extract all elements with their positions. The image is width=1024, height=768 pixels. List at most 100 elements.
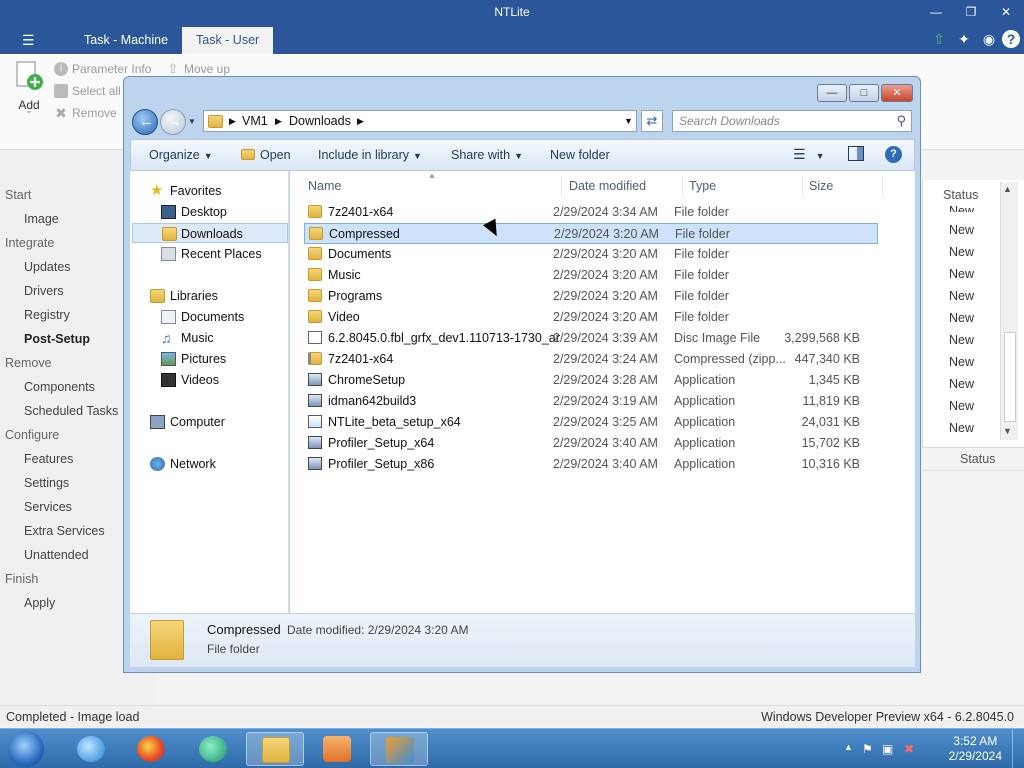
list-item[interactable]: New	[949, 267, 974, 281]
include-in-library-button[interactable]: Include in library ▼	[318, 148, 422, 162]
list-item[interactable]: New	[949, 311, 974, 325]
flag-icon[interactable]: ⚑	[862, 742, 873, 756]
dialog-minimize-button[interactable]: —	[817, 84, 847, 102]
volume-muted-icon[interactable]: ✖	[904, 742, 914, 756]
update-arrow-icon[interactable]: ⇧	[930, 30, 948, 48]
list-item[interactable]: New	[949, 421, 974, 435]
table-row[interactable]: 7z2401-x64 2/29/2024 3:24 AM Compressed (z…	[304, 349, 878, 370]
breadcrumb-separator[interactable]: ▶	[229, 116, 236, 127]
nav-network[interactable]: Network	[150, 454, 216, 474]
start-button[interactable]	[8, 731, 44, 767]
column-header-date-modified[interactable]: Date modified	[569, 179, 646, 193]
search-icon[interactable]: ⚲	[896, 113, 906, 129]
table-row[interactable]: 7z2401-x64 2/29/2024 3:34 AM File folder	[304, 202, 878, 223]
show-desktop-button[interactable]	[1012, 729, 1024, 768]
search-input[interactable]: Search Downloads ⚲	[672, 110, 912, 132]
close-button[interactable]: ✕	[996, 3, 1016, 21]
clock[interactable]: 3:52 AM 2/29/2024	[949, 734, 1002, 764]
nav-remove[interactable]: Remove	[5, 352, 52, 374]
nav-services[interactable]: Services	[24, 496, 72, 518]
taskbar-media-player[interactable]	[308, 732, 366, 766]
taskbar-ie[interactable]	[62, 732, 120, 766]
column-divider[interactable]	[561, 175, 562, 197]
column-divider[interactable]	[882, 175, 883, 197]
address-dropdown-icon[interactable]: ▼	[624, 116, 633, 126]
table-row[interactable]: NTLite_beta_setup_x64 2/29/2024 3:25 AM Ap…	[304, 412, 878, 433]
open-button[interactable]: Open	[241, 148, 291, 162]
nav-post-setup[interactable]: Post-Setup	[24, 328, 90, 350]
nav-registry[interactable]: Registry	[24, 304, 70, 326]
taskbar-ntlite[interactable]	[370, 732, 428, 766]
scrollbar-thumb[interactable]	[1004, 332, 1016, 422]
nav-pictures[interactable]: Pictures	[161, 349, 226, 369]
column-divider[interactable]	[682, 175, 683, 197]
list-item[interactable]: New	[949, 223, 974, 237]
table-row[interactable]: ChromeSetup 2/29/2024 3:28 AM Application 1…	[304, 370, 878, 391]
table-row[interactable]: idman642build3 2/29/2024 3:19 AM Applicati…	[304, 391, 878, 412]
twitter-icon[interactable]: ✦	[955, 30, 973, 48]
table-row[interactable]: Video 2/29/2024 3:20 AM File folder	[304, 307, 878, 328]
list-item[interactable]: New	[949, 245, 974, 259]
table-row[interactable]: 6.2.8045.0.fbl_grfx_dev1.110713-1730_am.…	[304, 328, 878, 349]
list-scrollbar[interactable]: ▲ ▼	[1000, 182, 1018, 440]
show-hidden-icons[interactable]: ▲	[844, 742, 853, 752]
nav-extra-services[interactable]: Extra Services	[24, 520, 105, 542]
taskbar-explorer[interactable]	[246, 732, 304, 766]
nav-integrate[interactable]: Integrate	[5, 232, 54, 254]
nav-apply[interactable]: Apply	[24, 592, 55, 614]
preview-pane-icon[interactable]	[848, 146, 864, 161]
new-folder-button[interactable]: New folder	[550, 148, 610, 162]
list-item[interactable]: New	[949, 333, 974, 347]
column-header-name[interactable]: Name	[308, 179, 341, 193]
nav-favorites[interactable]: ★ Favorites	[150, 181, 221, 201]
nav-updates[interactable]: Updates	[24, 256, 71, 278]
nav-features[interactable]: Features	[24, 448, 73, 470]
breadcrumb-vm1[interactable]: VM1	[242, 114, 268, 128]
help-icon[interactable]: ?	[1002, 30, 1020, 48]
nav-recent-places[interactable]: Recent Places	[161, 244, 262, 264]
nav-computer[interactable]: Computer	[150, 412, 225, 432]
status-column-header[interactable]: Status	[943, 188, 978, 202]
nav-scheduled-tasks[interactable]: Scheduled Tasks	[24, 400, 118, 422]
nav-libraries[interactable]: Libraries	[150, 286, 218, 306]
dialog-maximize-button[interactable]: □	[849, 84, 879, 102]
nav-configure[interactable]: Configure	[5, 424, 59, 446]
menu-icon[interactable]: ☰	[22, 32, 35, 49]
network-tray-icon[interactable]: ▣	[882, 742, 893, 756]
scroll-down-icon[interactable]: ▼	[1003, 426, 1012, 436]
table-row[interactable]: Programs 2/29/2024 3:20 AM File folder	[304, 286, 878, 307]
share-with-button[interactable]: Share with ▼	[451, 148, 523, 162]
dialog-close-button[interactable]: ✕	[881, 84, 913, 102]
address-bar[interactable]: ▶ VM1 ▶ Downloads ▶ ▼	[203, 110, 637, 132]
nav-videos[interactable]: Videos	[161, 370, 219, 390]
list-item[interactable]: New	[949, 377, 974, 391]
nav-documents[interactable]: Documents	[161, 307, 244, 327]
table-row[interactable]: Compressed 2/29/2024 3:20 AM File folder	[304, 223, 878, 244]
column-header-type[interactable]: Type	[689, 179, 716, 193]
list-item[interactable]: New	[949, 399, 974, 413]
discord-icon[interactable]: ◉	[980, 30, 998, 48]
breadcrumb-separator[interactable]: ▶	[275, 116, 282, 127]
nav-finish[interactable]: Finish	[5, 568, 38, 590]
table-row[interactable]: Profiler_Setup_x64 2/29/2024 3:40 AM Appli…	[304, 433, 878, 454]
table-row[interactable]: Music 2/29/2024 3:20 AM File folder	[304, 265, 878, 286]
remove-button[interactable]: ✖ Remove	[54, 104, 117, 122]
scroll-up-icon[interactable]: ▲	[1003, 184, 1012, 194]
refresh-button[interactable]: ⇄	[641, 110, 663, 132]
nav-settings[interactable]: Settings	[24, 472, 69, 494]
list-item[interactable]: New	[949, 289, 974, 303]
add-button[interactable]: Add ˇ	[8, 60, 50, 140]
nav-desktop[interactable]: Desktop	[161, 202, 227, 222]
nav-components[interactable]: Components	[24, 376, 95, 398]
help-icon[interactable]: ?	[885, 146, 902, 163]
column-header-size[interactable]: Size	[809, 179, 833, 193]
tab-task-machine[interactable]: Task - Machine	[70, 27, 182, 54]
breadcrumb-downloads[interactable]: Downloads	[289, 114, 351, 128]
table-row[interactable]: Profiler_Setup_x86 2/29/2024 3:40 AM Appli…	[304, 454, 878, 475]
nav-drivers[interactable]: Drivers	[24, 280, 64, 302]
taskbar-firefox[interactable]	[122, 732, 180, 766]
minimize-button[interactable]: —	[926, 3, 946, 21]
forward-button[interactable]: →	[160, 109, 186, 135]
taskbar-app[interactable]	[184, 732, 242, 766]
tab-task-user[interactable]: Task - User	[182, 27, 274, 54]
